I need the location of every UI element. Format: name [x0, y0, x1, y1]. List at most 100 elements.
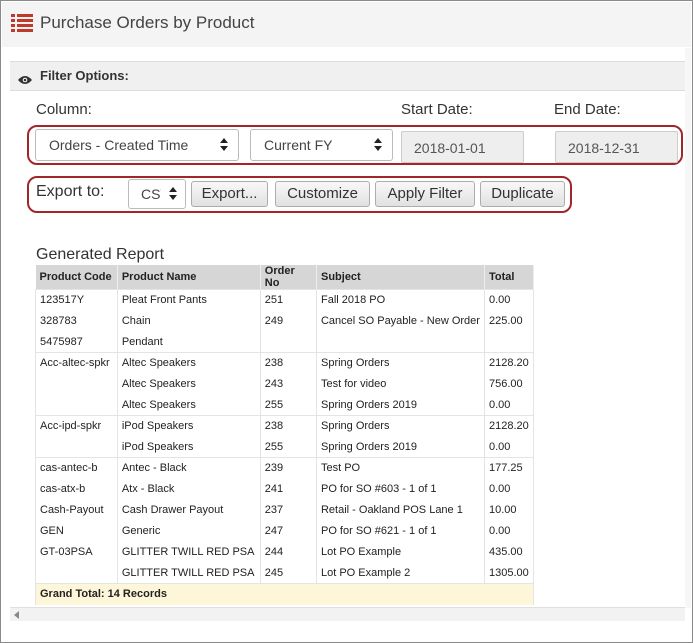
column-header: Order No — [260, 265, 317, 290]
table-row: cas-antec-b Antec - Black 239 Test PO 17… — [35, 457, 535, 479]
table-cell — [35, 394, 118, 416]
table-cell: Test PO — [315, 457, 485, 479]
duplicate-button[interactable]: Duplicate — [480, 181, 565, 207]
column-header: Subject — [316, 265, 485, 290]
column-label: Column: — [36, 101, 92, 118]
report-title: Generated Report — [36, 246, 165, 263]
table-cell: 0.00 — [483, 478, 535, 500]
table-row: 328783 Chain 249 Cancel SO Payable - New… — [35, 310, 535, 332]
table-cell: 255 — [259, 394, 317, 416]
table-cell — [483, 331, 535, 353]
table-cell: 756.00 — [483, 373, 535, 395]
table-cell: 1305.00 — [483, 562, 535, 584]
table-cell: Acc-altec-spkr — [35, 352, 118, 374]
table-cell — [259, 331, 317, 353]
table-cell: 177.25 — [483, 457, 535, 479]
table-cell: Cash-Payout — [35, 499, 118, 521]
table-cell: Fall 2018 PO — [315, 289, 485, 311]
table-cell: 435.00 — [483, 541, 535, 563]
export-button[interactable]: Export... — [191, 181, 268, 207]
table-cell: PO for SO #621 - 1 of 1 — [315, 520, 485, 542]
list-icon — [11, 14, 33, 32]
table-cell: Acc-ipd-spkr — [35, 415, 118, 437]
page-title: Purchase Orders by Product — [40, 13, 255, 32]
table-cell: Lot PO Example — [315, 541, 485, 563]
table-cell: 10.00 — [483, 499, 535, 521]
filter-options-title: Filter Options: — [40, 68, 129, 83]
table-cell: Pendant — [116, 331, 261, 353]
scroll-left-icon[interactable] — [14, 611, 19, 619]
table-row: GLITTER TWILL RED PSA 245 Lot PO Example… — [35, 562, 535, 584]
table-cell: 243 — [259, 373, 317, 395]
table-cell: 0.00 — [483, 436, 535, 458]
table-cell: Spring Orders 2019 — [315, 394, 485, 416]
table-row: Altec Speakers 255 Spring Orders 2019 0.… — [35, 394, 535, 416]
table-header-row: Product Code Product Name Order No Subje… — [35, 265, 535, 290]
horizontal-scrollbar[interactable] — [10, 607, 685, 621]
table-cell: Test for video — [315, 373, 485, 395]
table-cell: 225.00 — [483, 310, 535, 332]
eye-icon — [18, 72, 32, 84]
table-cell — [315, 331, 485, 353]
table-row: 123517Y Pleat Front Pants 251 Fall 2018 … — [35, 289, 535, 311]
table-cell: 123517Y — [35, 289, 118, 311]
table-cell: Atx - Black — [116, 478, 261, 500]
table-cell: 245 — [259, 562, 317, 584]
table-row: iPod Speakers 255 Spring Orders 2019 0.0… — [35, 436, 535, 458]
select-arrows-icon — [220, 137, 228, 153]
table-cell: 244 — [259, 541, 317, 563]
grand-total-row: Grand Total: 14 Records — [35, 583, 534, 605]
table-row: Cash-Payout Cash Drawer Payout 237 Retai… — [35, 499, 535, 521]
table-cell: GLITTER TWILL RED PSA — [116, 541, 261, 563]
table-row: Altec Speakers 243 Test for video 756.00 — [35, 373, 535, 395]
table-cell: 0.00 — [483, 520, 535, 542]
table-cell: 239 — [259, 457, 317, 479]
vertical-scrollbar[interactable] — [685, 48, 691, 608]
table-cell: Cancel SO Payable - New Order — [315, 310, 485, 332]
table-cell: 255 — [259, 436, 317, 458]
table-cell: iPod Speakers — [116, 415, 261, 437]
table-cell: Altec Speakers — [116, 352, 261, 374]
column-select-value: Orders - Created Time — [49, 137, 189, 153]
table-cell: Spring Orders — [315, 352, 485, 374]
table-cell: iPod Speakers — [116, 436, 261, 458]
table-cell: Spring Orders — [315, 415, 485, 437]
table-cell: 2128.20 — [483, 415, 535, 437]
filter-options-toggle[interactable]: Filter Options: — [10, 61, 685, 91]
table-row: GEN Generic 247 PO for SO #621 - 1 of 1 … — [35, 520, 535, 542]
end-date-input[interactable]: 2018-12-31 — [555, 131, 678, 163]
column-select[interactable]: Orders - Created Time — [35, 129, 239, 161]
select-arrows-icon — [374, 137, 382, 153]
period-select-value: Current FY — [264, 137, 333, 153]
title-bar: Purchase Orders by Product — [2, 2, 691, 47]
column-header: Total — [484, 265, 535, 290]
table-cell: 249 — [259, 310, 317, 332]
table-cell: cas-atx-b — [35, 478, 118, 500]
export-format-select[interactable]: CSV — [128, 179, 186, 209]
table-cell: Generic — [116, 520, 261, 542]
apply-filter-button[interactable]: Apply Filter — [375, 181, 475, 207]
table-cell: Spring Orders 2019 — [315, 436, 485, 458]
table-cell: 0.00 — [483, 394, 535, 416]
table-cell: 238 — [259, 415, 317, 437]
table-cell: 5475987 — [35, 331, 118, 353]
start-date-label: Start Date: — [401, 101, 473, 118]
table-cell: Pleat Front Pants — [116, 289, 261, 311]
export-to-label: Export to: — [36, 183, 105, 200]
table-cell: 328783 — [35, 310, 118, 332]
period-select[interactable]: Current FY — [250, 129, 393, 161]
table-cell: Retail - Oakland POS Lane 1 — [315, 499, 485, 521]
table-cell — [35, 436, 118, 458]
customize-button[interactable]: Customize — [275, 181, 370, 207]
start-date-input[interactable]: 2018-01-01 — [401, 131, 524, 163]
report-window: Purchase Orders by Product Filter Option… — [0, 0, 693, 643]
table-cell: 241 — [259, 478, 317, 500]
table-cell: Chain — [116, 310, 261, 332]
table-cell: Cash Drawer Payout — [116, 499, 261, 521]
table-cell: 2128.20 — [483, 352, 535, 374]
select-arrows-icon — [169, 186, 177, 202]
table-cell: GEN — [35, 520, 118, 542]
table-cell: cas-antec-b — [35, 457, 118, 479]
table-row: GT-03PSA GLITTER TWILL RED PSA 244 Lot P… — [35, 541, 535, 563]
table-cell — [35, 373, 118, 395]
